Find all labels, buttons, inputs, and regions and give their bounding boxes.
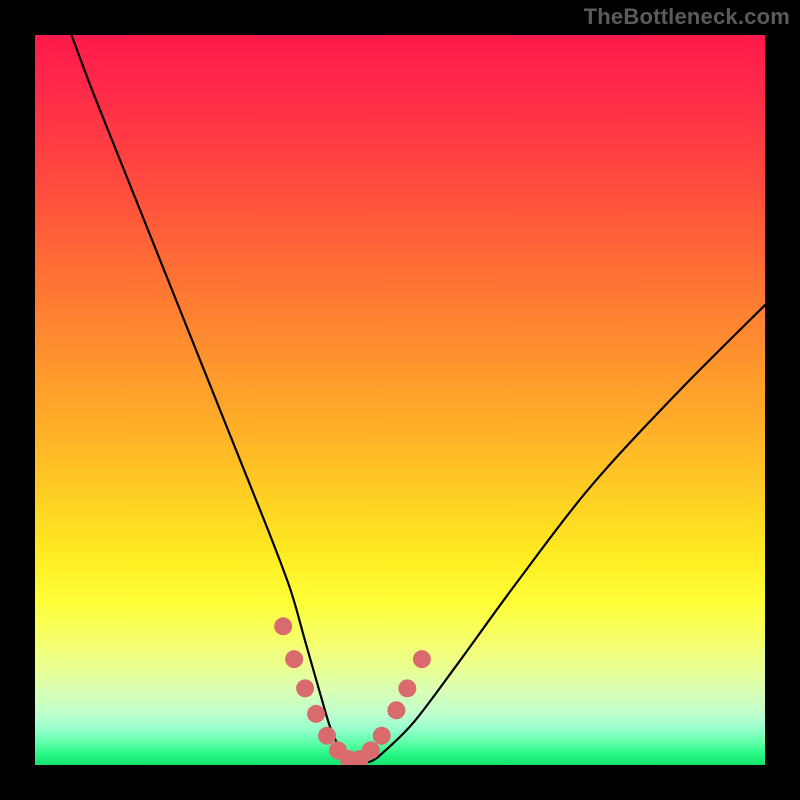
highlight-dot <box>318 727 336 745</box>
plot-area <box>35 35 765 765</box>
curve-layer <box>35 35 765 765</box>
highlight-dot <box>413 650 431 668</box>
watermark-text: TheBottleneck.com <box>584 4 790 30</box>
highlight-dot <box>307 705 325 723</box>
highlight-dot <box>362 741 380 759</box>
highlight-dot <box>285 650 303 668</box>
highlight-dot <box>387 701 405 719</box>
highlight-dots <box>274 617 431 765</box>
highlight-dot <box>373 727 391 745</box>
highlight-dot <box>274 617 292 635</box>
highlight-dot <box>296 679 314 697</box>
chart-stage: TheBottleneck.com <box>0 0 800 800</box>
highlight-dot <box>398 679 416 697</box>
